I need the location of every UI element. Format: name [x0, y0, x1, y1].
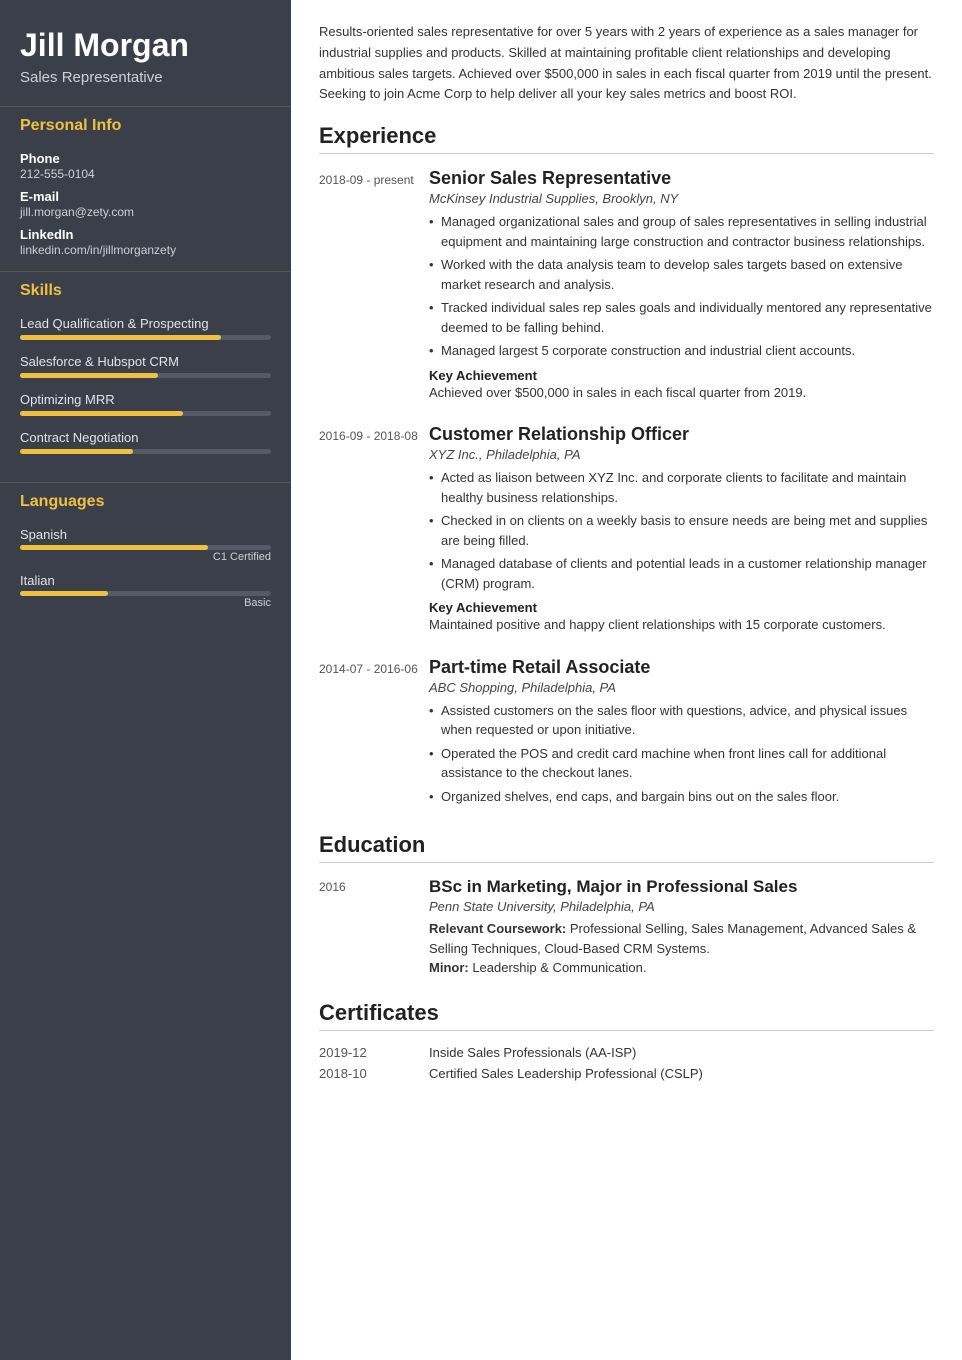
experience-entry: 2016-09 - 2018-08 Customer Relationship …	[319, 424, 934, 635]
resume-container: Jill Morgan Sales Representative Persona…	[0, 0, 962, 1360]
exp-body: Customer Relationship Officer XYZ Inc., …	[429, 424, 934, 635]
exp-company: XYZ Inc., Philadelphia, PA	[429, 447, 934, 462]
edu-minor: Minor: Leadership & Communication.	[429, 958, 934, 978]
achievement-label: Key Achievement	[429, 368, 934, 383]
sidebar: Jill Morgan Sales Representative Persona…	[0, 0, 291, 1360]
cert-name: Inside Sales Professionals (AA-ISP)	[429, 1045, 636, 1060]
exp-job-title: Part-time Retail Associate	[429, 657, 934, 678]
skill-bar-bg	[20, 411, 271, 416]
education-label: Education	[319, 832, 934, 863]
bullet-item: Acted as liaison between XYZ Inc. and co…	[429, 468, 934, 507]
languages-section: Languages Spanish C1 Certified Italian B…	[0, 482, 291, 633]
linkedin-value: linkedin.com/in/jillmorganzety	[20, 243, 271, 257]
skill-item: Contract Negotiation	[20, 430, 271, 454]
exp-bullets: Managed organizational sales and group o…	[429, 212, 934, 361]
edu-date: 2016	[319, 877, 429, 978]
language-item: Italian Basic	[20, 573, 271, 609]
achievement-text: Maintained positive and happy client rel…	[429, 615, 934, 635]
skill-name: Salesforce & Hubspot CRM	[20, 354, 271, 369]
skill-item: Salesforce & Hubspot CRM	[20, 354, 271, 378]
exp-bullets: Acted as liaison between XYZ Inc. and co…	[429, 468, 934, 593]
skill-bar-fill	[20, 411, 183, 416]
language-bar-fill	[20, 545, 208, 550]
education-entry: 2016 BSc in Marketing, Major in Professi…	[319, 877, 934, 978]
skill-item: Lead Qualification & Prospecting	[20, 316, 271, 340]
exp-company: McKinsey Industrial Supplies, Brooklyn, …	[429, 191, 934, 206]
linkedin-label: LinkedIn	[20, 227, 271, 242]
phone-value: 212-555-0104	[20, 167, 271, 181]
edu-school: Penn State University, Philadelphia, PA	[429, 899, 934, 914]
certificates-label: Certificates	[319, 1000, 934, 1031]
sidebar-header: Jill Morgan Sales Representative	[0, 0, 291, 106]
personal-info-section: Personal Info Phone 212-555-0104 E-mail …	[0, 106, 291, 271]
edu-degree: BSc in Marketing, Major in Professional …	[429, 877, 934, 897]
main-content: Results-oriented sales representative fo…	[291, 0, 962, 1360]
language-cert: C1 Certified	[20, 551, 271, 563]
skill-bar-fill	[20, 335, 221, 340]
exp-job-title: Senior Sales Representative	[429, 168, 934, 189]
language-name: Spanish	[20, 527, 271, 542]
skill-name: Optimizing MRR	[20, 392, 271, 407]
skill-bar-bg	[20, 373, 271, 378]
exp-date: 2016-09 - 2018-08	[319, 424, 429, 635]
experience-entry: 2018-09 - present Senior Sales Represent…	[319, 168, 934, 402]
skill-name: Lead Qualification & Prospecting	[20, 316, 271, 331]
skill-name: Contract Negotiation	[20, 430, 271, 445]
bullet-item: Checked in on clients on a weekly basis …	[429, 511, 934, 550]
skill-bar-bg	[20, 449, 271, 454]
experience-entry: 2014-07 - 2016-06 Part-time Retail Assoc…	[319, 657, 934, 811]
exp-body: Senior Sales Representative McKinsey Ind…	[429, 168, 934, 402]
exp-job-title: Customer Relationship Officer	[429, 424, 934, 445]
bullet-item: Operated the POS and credit card machine…	[429, 744, 934, 783]
skill-item: Optimizing MRR	[20, 392, 271, 416]
skills-section: Skills Lead Qualification & Prospecting …	[0, 271, 291, 482]
bullet-item: Tracked individual sales rep sales goals…	[429, 298, 934, 337]
email-label: E-mail	[20, 189, 271, 204]
skill-bar-fill	[20, 449, 133, 454]
bullet-item: Worked with the data analysis team to de…	[429, 255, 934, 294]
bullet-item: Managed organizational sales and group o…	[429, 212, 934, 251]
skill-bar-bg	[20, 335, 271, 340]
exp-date: 2014-07 - 2016-06	[319, 657, 429, 811]
bullet-item: Organized shelves, end caps, and bargain…	[429, 787, 934, 807]
edu-coursework: Relevant Coursework: Professional Sellin…	[429, 919, 934, 958]
achievement-text: Achieved over $500,000 in sales in each …	[429, 383, 934, 403]
certificate-entry: 2019-12 Inside Sales Professionals (AA-I…	[319, 1045, 934, 1060]
exp-company: ABC Shopping, Philadelphia, PA	[429, 680, 934, 695]
language-name: Italian	[20, 573, 271, 588]
language-bar-fill	[20, 591, 108, 596]
exp-body: Part-time Retail Associate ABC Shopping,…	[429, 657, 934, 811]
cert-date: 2018-10	[319, 1066, 429, 1081]
email-value: jill.morgan@zety.com	[20, 205, 271, 219]
achievement-label: Key Achievement	[429, 600, 934, 615]
language-bar-bg	[20, 591, 271, 596]
language-item: Spanish C1 Certified	[20, 527, 271, 563]
bullet-item: Assisted customers on the sales floor wi…	[429, 701, 934, 740]
bullet-item: Managed database of clients and potentia…	[429, 554, 934, 593]
skills-label: Skills	[0, 271, 291, 306]
cert-name: Certified Sales Leadership Professional …	[429, 1066, 703, 1081]
cert-date: 2019-12	[319, 1045, 429, 1060]
skill-bar-fill	[20, 373, 158, 378]
exp-bullets: Assisted customers on the sales floor wi…	[429, 701, 934, 807]
languages-label: Languages	[0, 482, 291, 517]
experience-section: Experience 2018-09 - present Senior Sale…	[319, 123, 934, 810]
certificates-section: Certificates 2019-12 Inside Sales Profes…	[319, 1000, 934, 1081]
language-bar-bg	[20, 545, 271, 550]
language-cert: Basic	[20, 597, 271, 609]
edu-body: BSc in Marketing, Major in Professional …	[429, 877, 934, 978]
bullet-item: Managed largest 5 corporate construction…	[429, 341, 934, 361]
exp-date: 2018-09 - present	[319, 168, 429, 402]
education-section: Education 2016 BSc in Marketing, Major i…	[319, 832, 934, 978]
candidate-title: Sales Representative	[20, 69, 271, 86]
experience-label: Experience	[319, 123, 934, 154]
certificate-entry: 2018-10 Certified Sales Leadership Profe…	[319, 1066, 934, 1081]
phone-label: Phone	[20, 151, 271, 166]
summary-text: Results-oriented sales representative fo…	[319, 22, 934, 105]
personal-info-label: Personal Info	[0, 106, 291, 141]
candidate-name: Jill Morgan	[20, 28, 271, 63]
